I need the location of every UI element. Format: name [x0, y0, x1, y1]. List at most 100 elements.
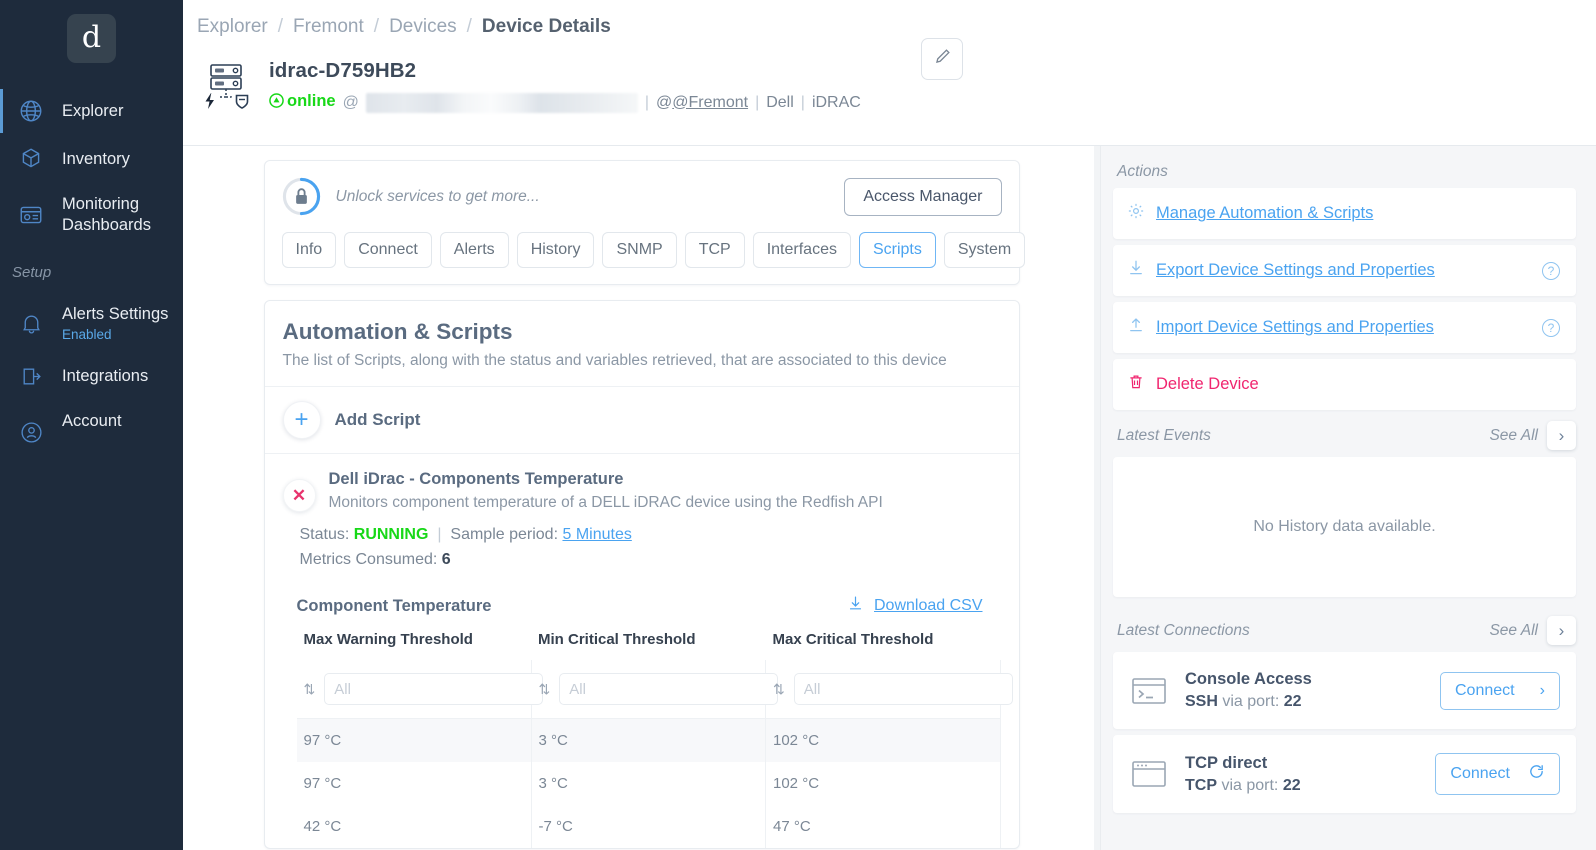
see-all-label: See All: [1489, 426, 1538, 444]
sidebar-section-setup: Setup: [12, 264, 52, 282]
page-title: Automation & Scripts: [282, 319, 513, 344]
tab-scripts[interactable]: Scripts: [858, 232, 936, 268]
action-import-device-settings[interactable]: Import Device Settings and Properties ?: [1113, 302, 1576, 353]
latest-events-see-all[interactable]: See All ›: [1489, 421, 1576, 450]
status-up-icon: [269, 93, 284, 113]
action-delete-device[interactable]: Delete Device: [1113, 359, 1576, 410]
sort-updown-icon[interactable]: ⇅: [304, 682, 316, 696]
cell-min-critical: 3 °C: [531, 762, 766, 805]
meta-divider: |: [644, 93, 649, 111]
breadcrumb-separator: /: [466, 16, 472, 37]
latest-events-label: Latest Events: [1117, 426, 1211, 444]
device-site-link[interactable]: @@Fremont: [656, 94, 748, 112]
access-manager-button[interactable]: Access Manager: [844, 177, 1002, 216]
sidebar: d Explorer Inventory Monitoring Dashboar…: [0, 0, 183, 850]
lock-icon: [282, 177, 321, 216]
edit-device-button[interactable]: [921, 38, 963, 80]
breadcrumb-item-fremont[interactable]: Fremont: [293, 16, 364, 38]
table-row[interactable]: 97 °C 3 °C 102 °C: [296, 718, 1001, 762]
sidebar-item-monitoring-dashboards[interactable]: Monitoring Dashboards: [0, 183, 183, 246]
logo-glyph: d: [81, 19, 102, 55]
connection-port: 22: [1282, 776, 1301, 794]
table-row[interactable]: 42 °C -7 °C 47 °C: [296, 805, 1001, 848]
server-device-icon: [197, 57, 255, 113]
tab-snmp[interactable]: SNMP: [602, 232, 677, 268]
status-divider: |: [432, 526, 446, 543]
close-x-icon[interactable]: ✕: [282, 479, 316, 512]
tab-info[interactable]: Info: [281, 232, 337, 268]
cell-max-warning: 97 °C: [296, 718, 532, 762]
download-csv-button[interactable]: Download CSV: [847, 595, 983, 617]
pencil-icon: [933, 47, 952, 71]
device-summary: idrac-D759HB2 online @ | @@Fremont | Del…: [183, 38, 1596, 113]
chevron-right-icon: ›: [1539, 681, 1545, 699]
sidebar-item-account[interactable]: Account: [0, 400, 183, 465]
breadcrumb-item-devices[interactable]: Devices: [389, 16, 457, 38]
services-card: Unlock services to get more... Access Ma…: [263, 160, 1026, 285]
main-area: Explorer / Fremont / Devices / Device De…: [183, 0, 1596, 850]
filter-cell-min-critical: ⇅: [531, 660, 779, 719]
sidebar-item-sublabel: Enabled: [62, 326, 112, 342]
download-icon: [1127, 259, 1145, 282]
tab-connect[interactable]: Connect: [344, 232, 432, 268]
app-logo[interactable]: d: [67, 14, 116, 63]
cell-max-warning: 42 °C: [296, 805, 532, 848]
help-icon[interactable]: ?: [1542, 261, 1560, 280]
latest-connections-see-all[interactable]: See All ›: [1489, 616, 1576, 645]
cell-min-critical: 3 °C: [531, 718, 766, 762]
breadcrumb: Explorer / Fremont / Devices / Device De…: [183, 16, 1596, 38]
sidebar-item-explorer[interactable]: Explorer: [0, 87, 183, 135]
filter-input-min-critical[interactable]: [559, 673, 779, 705]
sort-updown-icon[interactable]: ⇅: [773, 682, 785, 696]
filter-input-max-critical[interactable]: [793, 673, 1013, 705]
sample-period-value[interactable]: 5 Minutes: [562, 526, 631, 543]
table-header-row: Max Warning Threshold Min Critical Thres…: [297, 631, 1001, 660]
connection-port: 22: [1283, 693, 1302, 710]
script-name[interactable]: Dell iDrac - Components Temperature: [329, 470, 883, 489]
see-all-label: See All: [1489, 621, 1538, 639]
right-panel: Actions Manage Automation & Scripts Expo…: [1100, 146, 1596, 850]
tab-alerts[interactable]: Alerts: [439, 232, 509, 268]
filter-input-max-warning[interactable]: [324, 673, 544, 705]
chevron-right-icon[interactable]: ›: [1547, 421, 1576, 450]
device-meta: online @ | @@Fremont | Dell | iDRAC: [269, 92, 861, 113]
tab-interfaces[interactable]: Interfaces: [752, 232, 851, 268]
content-scrollbar[interactable]: [1094, 146, 1100, 850]
connect-button-tcp[interactable]: Connect: [1435, 753, 1560, 795]
connect-button-console[interactable]: Connect ›: [1440, 671, 1560, 710]
action-export-device-settings[interactable]: Export Device Settings and Properties ?: [1113, 245, 1576, 296]
download-csv-label: Download CSV: [874, 597, 983, 614]
help-icon[interactable]: ?: [1542, 318, 1560, 337]
connection-tcp-direct: TCP direct TCP via port: 22 Connect: [1113, 735, 1576, 813]
column-header-max-critical: Max Critical Threshold: [772, 631, 934, 648]
tab-system[interactable]: System: [943, 232, 1026, 268]
sidebar-item-inventory[interactable]: Inventory: [0, 135, 183, 183]
meta-divider: |: [800, 93, 805, 111]
table-row[interactable]: 97 °C 3 °C 102 °C: [296, 762, 1001, 805]
latest-events-empty: No History data available.: [1113, 457, 1576, 597]
action-manage-automation-scripts[interactable]: Manage Automation & Scripts: [1113, 188, 1576, 239]
tab-history[interactable]: History: [516, 232, 595, 268]
breadcrumb-item-current: Device Details: [481, 16, 611, 37]
tab-tcp[interactable]: TCP: [684, 232, 745, 268]
sidebar-item-alerts-settings[interactable]: Alerts Settings Enabled: [0, 293, 183, 353]
column-header-max-warning: Max Warning Threshold: [303, 631, 473, 648]
dashboard-icon: [16, 202, 46, 228]
filter-cell-max-critical: ⇅: [765, 660, 1013, 719]
breadcrumb-item-explorer[interactable]: Explorer: [197, 16, 268, 38]
breadcrumb-separator: /: [373, 16, 380, 37]
page-header: Explorer / Fremont / Devices / Device De…: [183, 0, 1596, 146]
latest-connections-label: Latest Connections: [1117, 621, 1250, 639]
metrics-value: 6: [441, 551, 451, 568]
add-script-label: Add Script: [334, 410, 421, 429]
sort-updown-icon[interactable]: ⇅: [539, 682, 551, 696]
connect-label: Connect: [1450, 765, 1510, 782]
script-item: ✕ Dell iDrac - Components Temperature Mo…: [265, 454, 1019, 848]
add-script-row[interactable]: + Add Script: [264, 387, 1019, 454]
metrics-label: Metrics Consumed:: [299, 551, 438, 568]
chevron-right-icon[interactable]: ›: [1547, 616, 1576, 645]
globe-network-icon: [16, 98, 46, 124]
app-root: d Explorer Inventory Monitoring Dashboar…: [0, 0, 1596, 850]
connection-via: via port:: [1221, 776, 1279, 794]
sidebar-item-integrations[interactable]: Integrations: [0, 353, 183, 400]
